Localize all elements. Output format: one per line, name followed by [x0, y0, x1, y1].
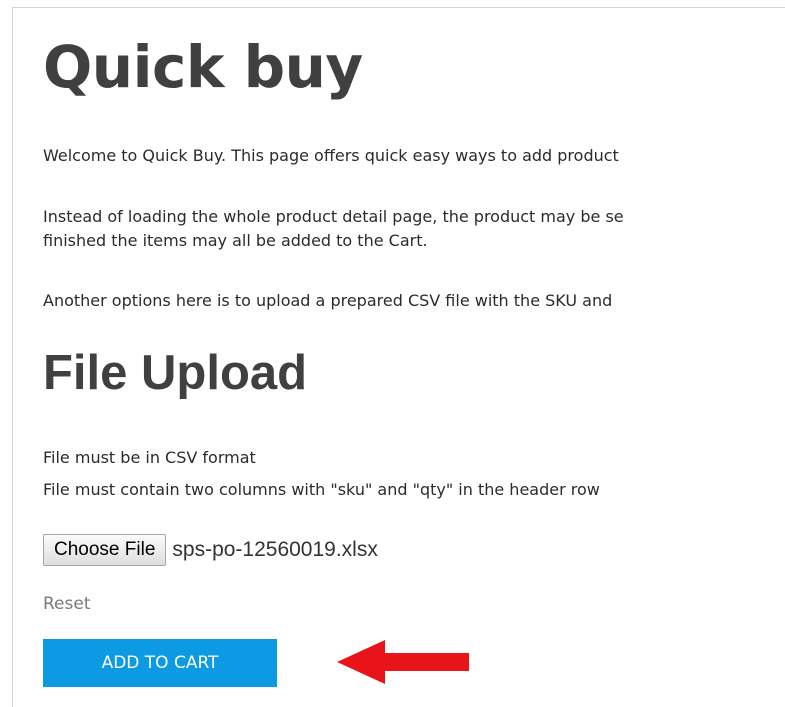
- page-frame: Quick buy Welcome to Quick Buy. This pag…: [12, 7, 785, 707]
- intro-text: Welcome to Quick Buy. This page offers q…: [43, 146, 619, 165]
- selected-file-name: sps-po-12560019.xlsx: [172, 538, 378, 561]
- arrow-shape: [337, 640, 469, 684]
- page-title: Quick buy: [43, 33, 363, 101]
- format-requirement: File must be in CSV format: [43, 448, 256, 467]
- csv-option-text: Another options here is to upload a prep…: [43, 291, 613, 310]
- reset-link[interactable]: Reset: [43, 592, 91, 616]
- instructions-text: Instead of loading the whole product det…: [43, 205, 624, 253]
- add-to-cart-button[interactable]: ADD TO CART: [43, 639, 277, 687]
- red-arrow-left-icon: [337, 640, 469, 684]
- file-upload-heading: File Upload: [43, 346, 308, 400]
- columns-requirement: File must contain two columns with "sku"…: [43, 480, 600, 499]
- file-input[interactable]: Choose File sps-po-12560019.xlsx: [43, 533, 378, 567]
- instructions-line-2: finished the items may all be added to t…: [43, 231, 428, 250]
- instructions-line-1: Instead of loading the whole product det…: [43, 207, 624, 226]
- choose-file-button[interactable]: Choose File: [43, 534, 167, 566]
